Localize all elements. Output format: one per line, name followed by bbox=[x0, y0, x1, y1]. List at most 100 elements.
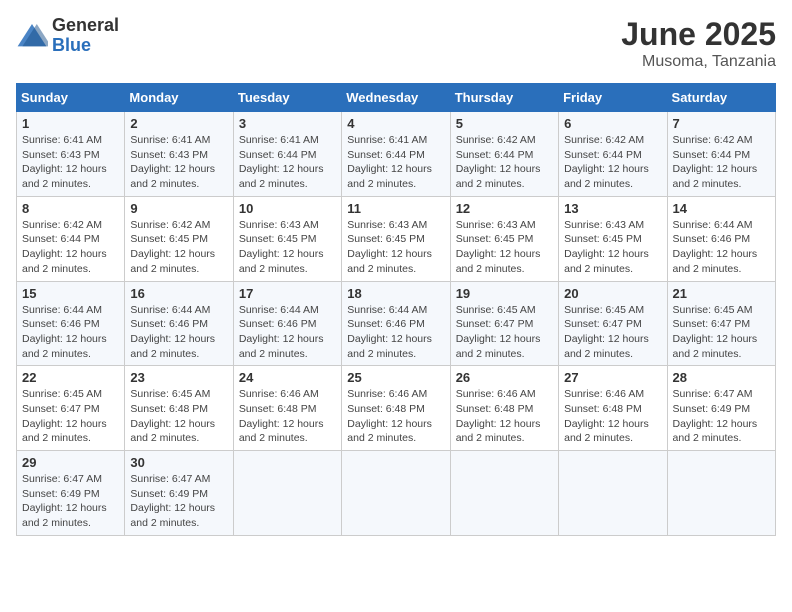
calendar-cell: 4 Sunrise: 6:41 AMSunset: 6:44 PMDaylight… bbox=[342, 112, 450, 197]
day-number: 6 bbox=[564, 116, 661, 131]
column-header-saturday: Saturday bbox=[667, 84, 775, 112]
calendar-cell bbox=[450, 451, 558, 536]
day-info: Sunrise: 6:46 AMSunset: 6:48 PMDaylight:… bbox=[564, 387, 661, 446]
day-info: Sunrise: 6:41 AMSunset: 6:43 PMDaylight:… bbox=[130, 133, 227, 192]
column-header-wednesday: Wednesday bbox=[342, 84, 450, 112]
day-number: 15 bbox=[22, 286, 119, 301]
day-info: Sunrise: 6:43 AMSunset: 6:45 PMDaylight:… bbox=[456, 218, 553, 277]
calendar-cell: 26Sunrise: 6:46 AMSunset: 6:48 PMDayligh… bbox=[450, 366, 558, 451]
calendar-cell: 11 Sunrise: 6:43 AMSunset: 6:45 PMDayligh… bbox=[342, 196, 450, 281]
calendar-cell: 7Sunrise: 6:42 AMSunset: 6:44 PMDaylight… bbox=[667, 112, 775, 197]
calendar-header-row: SundayMondayTuesdayWednesdayThursdayFrid… bbox=[17, 84, 776, 112]
calendar-cell: 29 Sunrise: 6:47 AMSunset: 6:49 PMDayligh… bbox=[17, 451, 125, 536]
calendar-cell: 25 Sunrise: 6:46 AMSunset: 6:48 PMDayligh… bbox=[342, 366, 450, 451]
day-number: 4 bbox=[347, 116, 444, 131]
day-number: 1 bbox=[22, 116, 119, 131]
day-info: Sunrise: 6:45 AMSunset: 6:47 PMDaylight:… bbox=[22, 387, 119, 446]
calendar-cell: 12 Sunrise: 6:43 AMSunset: 6:45 PMDayligh… bbox=[450, 196, 558, 281]
calendar-cell: 15Sunrise: 6:44 AMSunset: 6:46 PMDayligh… bbox=[17, 281, 125, 366]
day-info: Sunrise: 6:45 AMSunset: 6:47 PMDaylight:… bbox=[673, 303, 770, 362]
day-info: Sunrise: 6:42 AMSunset: 6:44 PMDaylight:… bbox=[22, 218, 119, 277]
calendar-cell: 24Sunrise: 6:46 AMSunset: 6:48 PMDayligh… bbox=[233, 366, 341, 451]
calendar-week-row: 15 Sunrise: 6:44 AMSunset: 6:46 PMDayligh… bbox=[17, 281, 776, 366]
calendar-cell: 6 Sunrise: 6:42 AMSunset: 6:44 PMDaylight… bbox=[559, 112, 667, 197]
logo-icon bbox=[16, 22, 48, 50]
day-number: 28 bbox=[673, 370, 770, 385]
day-info: Sunrise: 6:43 AMSunset: 6:45 PMDaylight:… bbox=[564, 218, 661, 277]
day-number: 11 bbox=[347, 201, 444, 216]
calendar-cell: 18Sunrise: 6:44 AMSunset: 6:46 PMDayligh… bbox=[342, 281, 450, 366]
calendar-cell: 20 Sunrise: 6:45 AMSunset: 6:47 PMDayligh… bbox=[559, 281, 667, 366]
day-number: 8 bbox=[22, 201, 119, 216]
day-number: 13 bbox=[564, 201, 661, 216]
day-info: Sunrise: 6:42 AMSunset: 6:44 PMDaylight:… bbox=[456, 133, 553, 192]
calendar-week-row: 1 Sunrise: 6:41 AMSunset: 6:43 PMDaylight… bbox=[17, 112, 776, 197]
day-number: 2 bbox=[130, 116, 227, 131]
day-number: 12 bbox=[456, 201, 553, 216]
day-info: Sunrise: 6:42 AMSunset: 6:44 PMDaylight:… bbox=[564, 133, 661, 192]
day-number: 30 bbox=[130, 455, 227, 470]
calendar-cell: 16Sunrise: 6:44 AMSunset: 6:46 PMDayligh… bbox=[125, 281, 233, 366]
day-info: Sunrise: 6:47 AMSunset: 6:49 PMDaylight:… bbox=[673, 387, 770, 446]
column-header-thursday: Thursday bbox=[450, 84, 558, 112]
day-number: 29 bbox=[22, 455, 119, 470]
day-number: 10 bbox=[239, 201, 336, 216]
day-number: 26 bbox=[456, 370, 553, 385]
logo: General Blue bbox=[16, 16, 119, 56]
calendar-cell: 8 Sunrise: 6:42 AMSunset: 6:44 PMDaylight… bbox=[17, 196, 125, 281]
day-info: Sunrise: 6:42 AMSunset: 6:44 PMDaylight:… bbox=[673, 133, 770, 192]
day-info: Sunrise: 6:46 AMSunset: 6:48 PMDaylight:… bbox=[347, 387, 444, 446]
day-info: Sunrise: 6:41 AMSunset: 6:44 PMDaylight:… bbox=[239, 133, 336, 192]
day-number: 27 bbox=[564, 370, 661, 385]
calendar-cell: 3Sunrise: 6:41 AMSunset: 6:44 PMDaylight… bbox=[233, 112, 341, 197]
day-info: Sunrise: 6:44 AMSunset: 6:46 PMDaylight:… bbox=[673, 218, 770, 277]
logo-blue: Blue bbox=[52, 36, 119, 56]
day-number: 21 bbox=[673, 286, 770, 301]
calendar-cell: 17 Sunrise: 6:44 AMSunset: 6:46 PMDayligh… bbox=[233, 281, 341, 366]
calendar-cell: 28 Sunrise: 6:47 AMSunset: 6:49 PMDayligh… bbox=[667, 366, 775, 451]
day-number: 19 bbox=[456, 286, 553, 301]
calendar-cell: 22 Sunrise: 6:45 AMSunset: 6:47 PMDayligh… bbox=[17, 366, 125, 451]
calendar-cell bbox=[559, 451, 667, 536]
day-info: Sunrise: 6:45 AMSunset: 6:48 PMDaylight:… bbox=[130, 387, 227, 446]
column-header-monday: Monday bbox=[125, 84, 233, 112]
day-info: Sunrise: 6:47 AMSunset: 6:49 PMDaylight:… bbox=[22, 472, 119, 531]
calendar-cell bbox=[667, 451, 775, 536]
calendar-cell bbox=[233, 451, 341, 536]
calendar-cell: 19 Sunrise: 6:45 AMSunset: 6:47 PMDayligh… bbox=[450, 281, 558, 366]
calendar-cell: 30 Sunrise: 6:47 AMSunset: 6:49 PMDayligh… bbox=[125, 451, 233, 536]
calendar-table: SundayMondayTuesdayWednesdayThursdayFrid… bbox=[16, 83, 776, 536]
calendar-cell: 10Sunrise: 6:43 AMSunset: 6:45 PMDayligh… bbox=[233, 196, 341, 281]
calendar-cell: 9Sunrise: 6:42 AMSunset: 6:45 PMDaylight… bbox=[125, 196, 233, 281]
day-number: 17 bbox=[239, 286, 336, 301]
day-info: Sunrise: 6:45 AMSunset: 6:47 PMDaylight:… bbox=[456, 303, 553, 362]
day-number: 9 bbox=[130, 201, 227, 216]
location-title: Musoma, Tanzania bbox=[621, 53, 776, 71]
logo-general: General bbox=[52, 16, 119, 36]
calendar-cell: 5 Sunrise: 6:42 AMSunset: 6:44 PMDaylight… bbox=[450, 112, 558, 197]
column-header-sunday: Sunday bbox=[17, 84, 125, 112]
day-number: 24 bbox=[239, 370, 336, 385]
title-block: June 2025 Musoma, Tanzania bbox=[621, 16, 776, 71]
day-number: 20 bbox=[564, 286, 661, 301]
day-number: 23 bbox=[130, 370, 227, 385]
calendar-cell: 13 Sunrise: 6:43 AMSunset: 6:45 PMDayligh… bbox=[559, 196, 667, 281]
calendar-cell: 14 Sunrise: 6:44 AMSunset: 6:46 PMDayligh… bbox=[667, 196, 775, 281]
day-info: Sunrise: 6:44 AMSunset: 6:46 PMDaylight:… bbox=[239, 303, 336, 362]
calendar-cell: 1 Sunrise: 6:41 AMSunset: 6:43 PMDaylight… bbox=[17, 112, 125, 197]
day-info: Sunrise: 6:41 AMSunset: 6:44 PMDaylight:… bbox=[347, 133, 444, 192]
day-info: Sunrise: 6:41 AMSunset: 6:43 PMDaylight:… bbox=[22, 133, 119, 192]
day-number: 22 bbox=[22, 370, 119, 385]
calendar-week-row: 8 Sunrise: 6:42 AMSunset: 6:44 PMDaylight… bbox=[17, 196, 776, 281]
day-number: 14 bbox=[673, 201, 770, 216]
day-number: 5 bbox=[456, 116, 553, 131]
calendar-week-row: 22 Sunrise: 6:45 AMSunset: 6:47 PMDayligh… bbox=[17, 366, 776, 451]
day-info: Sunrise: 6:43 AMSunset: 6:45 PMDaylight:… bbox=[347, 218, 444, 277]
day-info: Sunrise: 6:45 AMSunset: 6:47 PMDaylight:… bbox=[564, 303, 661, 362]
day-info: Sunrise: 6:47 AMSunset: 6:49 PMDaylight:… bbox=[130, 472, 227, 531]
month-title: June 2025 bbox=[621, 16, 776, 53]
day-number: 25 bbox=[347, 370, 444, 385]
calendar-week-row: 29 Sunrise: 6:47 AMSunset: 6:49 PMDayligh… bbox=[17, 451, 776, 536]
calendar-cell bbox=[342, 451, 450, 536]
page-header: General Blue June 2025 Musoma, Tanzania bbox=[16, 16, 776, 71]
